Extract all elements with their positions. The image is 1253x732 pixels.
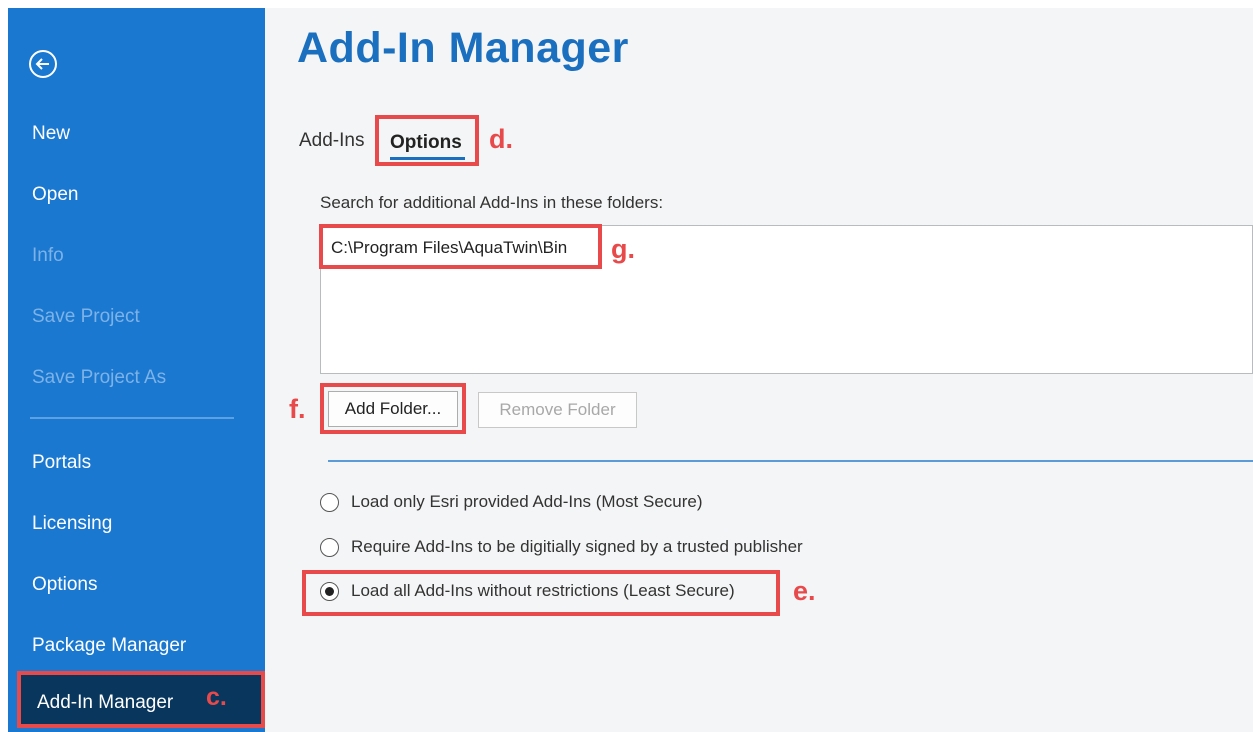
radio-require-signed[interactable]: Require Add-Ins to be digitially signed … <box>320 537 803 557</box>
add-folder-highlight: Add Folder... <box>320 383 466 434</box>
add-folder-button[interactable]: Add Folder... <box>328 391 458 427</box>
annotation-e: e. <box>793 576 816 606</box>
radio-button-checked[interactable] <box>320 581 339 601</box>
section-separator <box>328 460 1253 462</box>
sidebar-item-open[interactable]: Open <box>32 184 78 206</box>
sidebar-item-info: Info <box>32 245 64 266</box>
sidebar-item-label: Add-In Manager <box>37 692 174 713</box>
radio-label: Load only Esri provided Add-Ins (Most Se… <box>351 492 703 511</box>
sidebar-item-options[interactable]: Options <box>32 574 97 596</box>
tab-options-highlight: Options <box>375 115 479 166</box>
main-content: Add-In Manager Add-Ins Options d. Search… <box>265 8 1253 732</box>
back-arrow-icon <box>35 58 49 70</box>
sidebar-item-save-project: Save Project <box>32 306 140 327</box>
radio-button[interactable] <box>320 537 339 557</box>
folder-list-item[interactable]: C:\Program Files\AquaTwin\Bin <box>331 238 567 258</box>
radio-load-esri-only[interactable]: Load only Esri provided Add-Ins (Most Se… <box>320 492 703 512</box>
radio-label: Require Add-Ins to be digitially signed … <box>351 537 803 556</box>
sidebar-item-portals[interactable]: Portals <box>32 452 91 474</box>
remove-folder-button: Remove Folder <box>478 392 637 428</box>
sidebar-item-save-project-as: Save Project As <box>32 367 167 388</box>
back-button[interactable] <box>29 50 57 78</box>
folder-entry-highlight: C:\Program Files\AquaTwin\Bin <box>319 224 602 269</box>
radio-button[interactable] <box>320 492 339 512</box>
radio-load-all[interactable]: Load all Add-Ins without restrictions (L… <box>320 581 735 601</box>
tab-selected-underline <box>390 157 465 160</box>
tab-options[interactable]: Options <box>390 132 462 154</box>
radio-label: Load all Add-Ins without restrictions (L… <box>351 581 735 600</box>
sidebar-item-new[interactable]: New <box>32 123 70 145</box>
top-strip <box>0 0 1253 8</box>
sidebar-item-licensing[interactable]: Licensing <box>32 513 112 535</box>
sidebar-item-add-in-manager[interactable]: Add-In Manager c. <box>17 671 265 728</box>
page-title: Add-In Manager <box>297 24 629 72</box>
annotation-g: g. <box>611 234 635 264</box>
tab-add-ins[interactable]: Add-Ins <box>299 130 364 152</box>
annotation-d: d. <box>489 124 513 154</box>
sidebar-item-package-manager[interactable]: Package Manager <box>32 635 186 657</box>
annotation-c: c. <box>206 683 227 711</box>
sidebar-divider <box>30 417 234 419</box>
annotation-f: f. <box>289 394 306 424</box>
backstage-sidebar: New Open Info Save Project Save Project … <box>8 8 265 732</box>
search-folders-label: Search for additional Add-Ins in these f… <box>320 193 664 212</box>
